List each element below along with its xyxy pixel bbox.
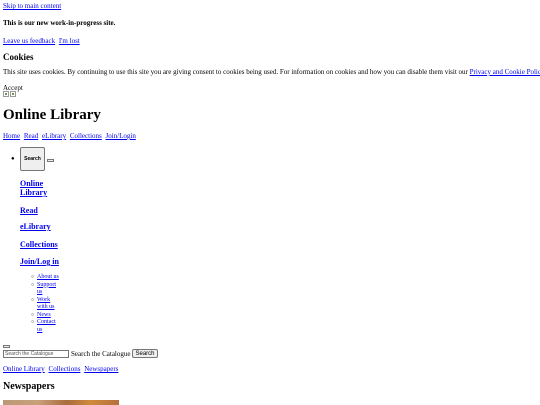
submenu-list: About us Supportus Workwith us News Cont… [31, 274, 59, 334]
nav-read-link[interactable]: Read [24, 132, 38, 140]
nav-join-login-link[interactable]: Join/Login [106, 132, 136, 140]
leave-feedback-link[interactable]: Leave us feedback [3, 37, 55, 45]
submenu-item: News [31, 312, 59, 320]
submenu-item: Workwith us [31, 297, 59, 312]
breadcrumb-online-library[interactable]: Online Library [3, 365, 45, 373]
top-nav: Home Read eLibrary Collections Join/Logi… [3, 132, 138, 140]
broken-image-icon [10, 91, 16, 97]
menu-item-read[interactable]: Read [20, 206, 38, 215]
feedback-links: Leave us feedback I'm lost [3, 37, 82, 45]
menu-item-elibrary[interactable]: eLibrary [20, 222, 51, 231]
catalogue-search-label: Search the Catalogue [71, 349, 131, 358]
breadcrumb-collections[interactable]: Collections [49, 365, 81, 373]
breadcrumb-newspapers[interactable]: Newspapers [84, 365, 118, 373]
submenu-item: Supportus [31, 282, 59, 297]
cookies-heading: Cookies [3, 52, 34, 62]
cookies-text: This site uses cookies. By continuing to… [3, 68, 540, 76]
nav-elibrary-link[interactable]: eLibrary [42, 132, 66, 140]
wip-notice: This is our new work-in-progress site. [3, 19, 116, 27]
catalogue-search-input[interactable] [3, 349, 69, 358]
hero-image [3, 400, 119, 405]
menu-item-join-login[interactable]: Join/Log in [20, 257, 59, 266]
catalogue-search-button[interactable]: Search [132, 349, 158, 358]
privacy-policy-link[interactable]: Privacy and Cookie Policy [470, 68, 540, 76]
site-title: Online Library [3, 107, 101, 123]
nav-home-link[interactable]: Home [3, 132, 20, 140]
cookies-body: This site uses cookies. By continuing to… [3, 68, 470, 76]
submenu-about-us-link[interactable]: About us [37, 274, 59, 280]
menu-item-online-library[interactable]: Online Library [20, 179, 47, 197]
breadcrumb: Online Library Collections Newspapers [3, 365, 120, 373]
broken-image-icon [3, 91, 9, 97]
submenu-news-link[interactable]: News [37, 312, 51, 318]
menu-search-button[interactable]: Search [20, 147, 45, 171]
nav-collections-link[interactable]: Collections [70, 132, 102, 140]
skip-to-main-link[interactable]: Skip to main content [3, 2, 61, 10]
list-bullet: ● [11, 156, 15, 162]
submenu-support-us-link[interactable]: Support us [37, 282, 56, 296]
menu-toggle-button[interactable] [47, 159, 54, 162]
submenu-work-with-us-link[interactable]: Work with us [37, 297, 55, 311]
im-lost-link[interactable]: I'm lost [59, 37, 80, 45]
logo-images [3, 91, 16, 97]
submenu-item: About us [31, 274, 59, 282]
menu-item-collections[interactable]: Collections [20, 240, 58, 249]
page-title: Newspapers [3, 381, 55, 392]
submenu-item: Contactus [31, 319, 59, 334]
submenu-contact-us-link[interactable]: Contact us [37, 319, 56, 333]
catalogue-search: Search the Catalogue Search [3, 349, 158, 358]
search-toggle-button[interactable] [3, 345, 10, 348]
